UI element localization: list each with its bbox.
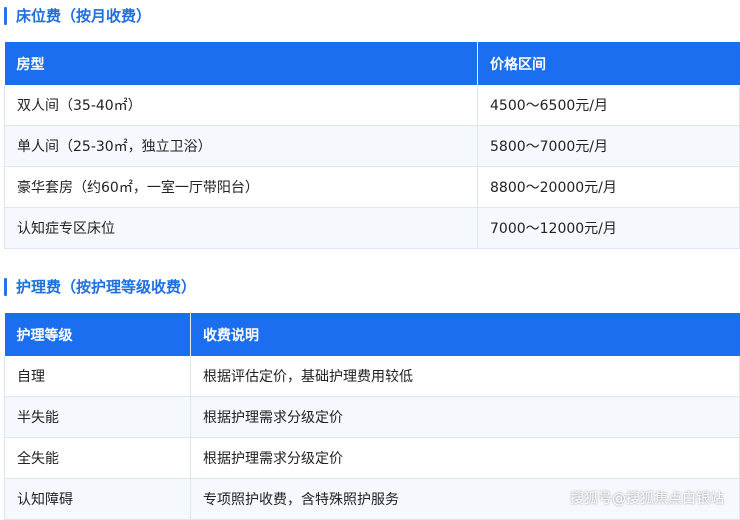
table-row: 半失能 根据护理需求分级定价	[4, 396, 740, 438]
column-header-room-type: 房型	[4, 42, 478, 85]
column-header-price-range: 价格区间	[477, 42, 740, 85]
column-header-fee-description: 收费说明	[190, 313, 740, 356]
care-level-cell: 认知障碍	[4, 478, 191, 520]
accent-bar	[4, 6, 7, 25]
table-header-row: 护理等级 收费说明	[4, 313, 740, 356]
fee-description-cell: 根据护理需求分级定价	[190, 437, 740, 479]
table-row: 全失能 根据护理需求分级定价	[4, 437, 740, 479]
care-level-cell: 全失能	[4, 437, 191, 479]
bed-fee-title: 床位费（按月收费）	[16, 7, 152, 25]
price-cell: 5800～7000元/月	[477, 125, 740, 167]
price-cell: 8800～20000元/月	[477, 166, 740, 208]
bed-fee-heading: 床位费（按月收费）	[4, 5, 151, 26]
room-type-cell: 单人间（25-30㎡，独立卫浴）	[4, 125, 478, 167]
care-level-cell: 自理	[4, 356, 191, 397]
room-type-cell: 认知症专区床位	[4, 207, 478, 249]
care-level-cell: 半失能	[4, 396, 191, 438]
price-cell: 7000～12000元/月	[477, 207, 740, 249]
table-row: 单人间（25-30㎡，独立卫浴） 5800～7000元/月	[4, 125, 740, 167]
room-type-cell: 豪华套房（约60㎡，一室一厅带阳台）	[4, 166, 478, 208]
care-fee-heading: 护理费（按护理等级收费）	[4, 276, 196, 297]
table-header-row: 房型 价格区间	[4, 42, 740, 85]
accent-bar	[4, 277, 7, 296]
room-type-cell: 双人间（35-40㎡）	[4, 85, 478, 126]
table-row: 双人间（35-40㎡） 4500～6500元/月	[4, 85, 740, 126]
watermark: 搜狐号@搜狐焦点白银站	[570, 491, 724, 507]
table-row: 豪华套房（约60㎡，一室一厅带阳台） 8800～20000元/月	[4, 166, 740, 208]
column-header-care-level: 护理等级	[4, 313, 191, 356]
price-cell: 4500～6500元/月	[477, 85, 740, 126]
care-fee-title: 护理费（按护理等级收费）	[16, 278, 197, 296]
table-row: 自理 根据评估定价，基础护理费用较低	[4, 356, 740, 397]
table-row: 认知症专区床位 7000～12000元/月	[4, 207, 740, 249]
bed-fee-table: 房型 价格区间 双人间（35-40㎡） 4500～6500元/月 单人间（25-…	[4, 42, 740, 249]
fee-description-cell: 根据评估定价，基础护理费用较低	[190, 356, 740, 397]
fee-description-cell: 根据护理需求分级定价	[190, 396, 740, 438]
